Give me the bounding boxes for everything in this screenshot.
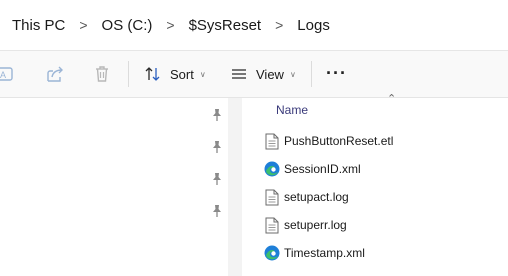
sort-icon (145, 67, 160, 81)
list-item[interactable]: setuperr.log (242, 211, 508, 239)
toolbar-separator (128, 61, 129, 87)
file-name: SessionID.xml (284, 162, 361, 176)
sort-label: Sort (170, 66, 194, 82)
pin-icon[interactable] (210, 108, 224, 122)
pin-icon[interactable] (210, 140, 224, 154)
breadcrumb-os-drive[interactable]: OS (C:) (102, 17, 153, 34)
command-bar: A Sort ∨ View ∨ ··· (0, 51, 508, 98)
view-icon (232, 69, 246, 79)
list-item[interactable]: SessionID.xml (242, 155, 508, 183)
file-name: setuperr.log (284, 218, 347, 232)
breadcrumb-logs[interactable]: Logs (297, 17, 330, 34)
share-icon[interactable] (44, 63, 66, 85)
breadcrumb-separator[interactable]: > (79, 17, 87, 33)
pin-icon[interactable] (210, 204, 224, 218)
pin-icon[interactable] (210, 172, 224, 186)
file-name: PushButtonReset.etl (284, 134, 394, 148)
edge-icon (264, 244, 280, 262)
document-icon (264, 188, 280, 206)
sort-button[interactable]: Sort ∨ (144, 61, 206, 87)
file-list: ⌃ Name PushButtonReset.etl SessionID.xml… (242, 93, 508, 276)
breadcrumb-separator[interactable]: > (275, 17, 283, 33)
document-icon (264, 216, 280, 234)
list-item[interactable]: Timestamp.xml (242, 239, 508, 267)
edge-icon (264, 160, 280, 178)
view-button[interactable]: View ∨ (230, 61, 296, 87)
delete-icon[interactable] (91, 63, 113, 85)
breadcrumb-this-pc[interactable]: This PC (12, 17, 65, 34)
navigation-pane (0, 98, 228, 276)
breadcrumb-separator[interactable]: > (166, 17, 174, 33)
chevron-down-icon: ∨ (199, 69, 206, 79)
address-breadcrumb: This PC > OS (C:) > $SysReset > Logs (0, 0, 508, 51)
list-item[interactable]: setupact.log (242, 183, 508, 211)
toolbar-separator (311, 61, 312, 87)
sort-ascending-icon: ⌃ (387, 93, 397, 105)
more-options-icon[interactable]: ··· (326, 63, 347, 84)
file-name: setupact.log (284, 190, 349, 204)
svg-text:A: A (0, 70, 6, 80)
rename-icon[interactable]: A (0, 63, 16, 85)
pane-splitter[interactable] (228, 98, 242, 276)
list-item[interactable]: PushButtonReset.etl (242, 127, 508, 155)
breadcrumb-sysreset[interactable]: $SysReset (189, 17, 262, 34)
view-label: View (256, 66, 284, 82)
name-column-header[interactable]: Name (276, 103, 308, 117)
chevron-down-icon: ∨ (289, 69, 296, 79)
document-icon (264, 132, 280, 150)
file-name: Timestamp.xml (284, 246, 365, 260)
